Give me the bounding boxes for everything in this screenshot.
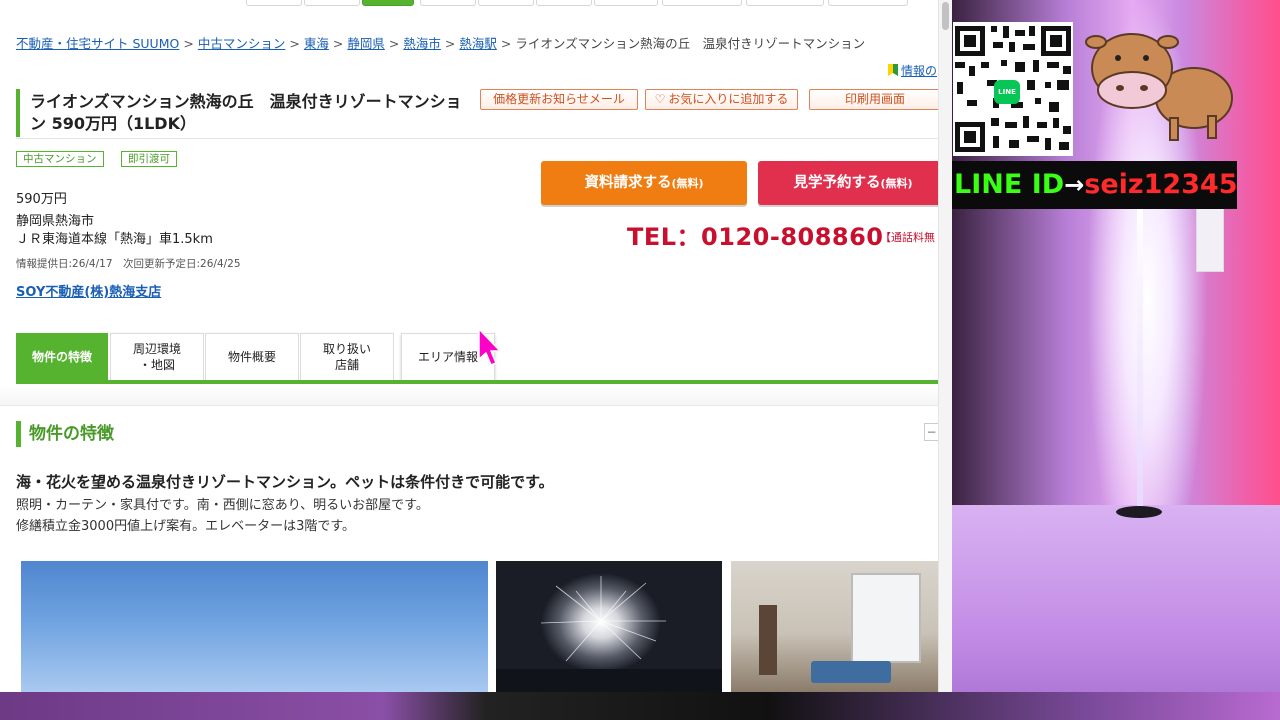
room-door (759, 605, 777, 675)
tab-shop-line2: 店舗 (334, 358, 359, 372)
tab-shop-line1: 取り扱い (322, 342, 371, 356)
info-link[interactable]: 情報の (888, 62, 937, 79)
visit-reserve-label: 見学予約する (793, 175, 881, 191)
top-nav-tab[interactable] (594, 0, 658, 6)
visit-reserve-free-label: (無料) (880, 177, 913, 190)
request-info-free-label: (無料) (671, 177, 704, 190)
add-favorite-button[interactable]: ♡ お気に入りに追加する (645, 89, 798, 110)
top-nav-tab[interactable] (246, 0, 302, 6)
scrollbar-thumb[interactable] (942, 2, 949, 30)
top-nav-tab[interactable] (746, 0, 824, 6)
tag-immediate-delivery: 即引渡可 (121, 151, 177, 167)
tab-features-label: 物件の特徴 (31, 350, 92, 364)
title-divider (16, 138, 938, 139)
arrow-icon: → (1064, 171, 1085, 199)
features-text: 修繕積立金3000円値上げ案有。エレベーターは3階です。 (16, 519, 356, 534)
breadcrumb-separator: > (289, 36, 300, 51)
breadcrumb-separator: > (444, 36, 456, 51)
camera-lamp-base (1116, 506, 1162, 518)
scrollbar[interactable] (938, 0, 952, 692)
tab-surroundings-line2: ・地図 (138, 358, 175, 372)
tab-area-label: エリア情報 (417, 350, 478, 364)
top-nav-tab[interactable] (420, 0, 476, 6)
features-text: 照明・カーテン・家具付です。南・西側に窓あり、明るいお部屋です。 (16, 498, 429, 513)
breadcrumb-atami-station[interactable]: 熱海駅 (459, 36, 497, 51)
line-id-banner: LINE ID→seiz12345 (952, 161, 1238, 209)
top-nav-tab-active[interactable] (362, 0, 414, 6)
line-app-icon: LINE (994, 80, 1020, 104)
agent-link[interactable]: SOY不動産(株)熱海支店 (16, 281, 161, 300)
camera-lamp (1137, 200, 1143, 510)
photo-room[interactable] (731, 561, 938, 692)
features-lead: 海・花火を望める温泉付きリゾートマンション。ペットは条件付きで可能です。 (16, 473, 554, 491)
title-block: ライオンズマンション熱海の丘 温泉付きリゾートマンション 590万円（1LDK） (16, 89, 464, 137)
breadcrumb-used-mansion[interactable]: 中古マンション (198, 36, 286, 51)
info-link-label: 情報の (901, 64, 938, 78)
request-info-button[interactable]: 資料請求する(無料) (541, 161, 747, 205)
breadcrumb-suumo[interactable]: 不動産・住宅サイト SUUMO (16, 36, 179, 51)
phone-number: TEL：0120-808860 (627, 223, 884, 251)
bottom-camera-strip (0, 692, 1280, 720)
breadcrumb: 不動産・住宅サイト SUUMO > 中古マンション > 東海 > 静岡県 > 熱海市 > 熱海駅 > ラ… (16, 33, 865, 52)
pointer-cursor-icon (478, 328, 501, 366)
cow-illustration (1085, 33, 1233, 141)
tabs-shadow (0, 384, 938, 406)
fireworks-graphic (496, 576, 722, 692)
line-id-value: seiz12345 (1084, 169, 1238, 200)
breadcrumb-shizuoka[interactable]: 静岡県 (347, 36, 385, 51)
tab-outline-label: 物件概要 (227, 350, 276, 364)
listing-access: ＪＲ東海道本線「熱海」車1.5km (16, 232, 213, 247)
breadcrumb-atami-city[interactable]: 熱海市 (403, 36, 441, 51)
top-nav-tab[interactable] (304, 0, 360, 6)
tag-used-mansion: 中古マンション (16, 151, 104, 167)
features-heading: 物件の特徴 (16, 421, 114, 447)
room-window (851, 573, 921, 663)
tab-features[interactable]: 物件の特徴 (16, 333, 108, 380)
top-nav-tab[interactable] (478, 0, 534, 6)
tab-surroundings-line1: 周辺環境 (132, 342, 181, 356)
collapse-button[interactable]: − (924, 423, 938, 441)
breadcrumb-separator: > (500, 36, 512, 51)
browser-page: 不動産・住宅サイト SUUMO > 中古マンション > 東海 > 静岡県 > 熱海市 > 熱海駅 > ラ… (0, 0, 952, 692)
add-favorite-label: お気に入りに追加する (668, 92, 789, 106)
breadcrumb-separator: > (183, 36, 194, 51)
tab-shop-label: 取り扱い 店舗 (323, 341, 371, 373)
camera-wall-vent (1196, 208, 1224, 272)
photo-fireworks[interactable] (496, 561, 722, 692)
visit-reserve-button[interactable]: 見学予約する(無料) (758, 161, 948, 205)
camera-floor (952, 505, 1280, 720)
tab-surroundings-label: 周辺環境 ・地図 (133, 341, 181, 373)
tab-property-outline[interactable]: 物件概要 (205, 333, 299, 380)
listing-price: 590万円 (16, 192, 67, 207)
breadcrumb-tokai[interactable]: 東海 (304, 36, 329, 51)
tab-handling-shop[interactable]: 取り扱い 店舗 (300, 333, 394, 380)
photo-sky[interactable] (21, 561, 488, 692)
top-nav (0, 0, 938, 6)
top-nav-tab[interactable] (662, 0, 742, 6)
breadcrumb-current: ライオンズマンション熱海の丘 温泉付きリゾートマンション (515, 36, 866, 51)
breadcrumb-separator: > (388, 36, 400, 51)
breadcrumb-separator: > (332, 36, 344, 51)
heart-icon: ♡ (654, 92, 666, 106)
top-nav-tab[interactable] (536, 0, 592, 6)
page-title: ライオンズマンション熱海の丘 温泉付きリゾートマンション 590万円（1LDK） (30, 92, 462, 133)
phone-note: 【通話料無 (880, 231, 935, 244)
beginner-mark-icon (888, 64, 898, 76)
request-info-label: 資料請求する (584, 175, 672, 191)
listing-address: 静岡県熱海市 (16, 214, 95, 229)
line-id-label: LINE ID (954, 169, 1065, 200)
top-nav-tab[interactable] (828, 0, 908, 6)
price-alert-button[interactable]: 価格更新お知らせメール (480, 89, 638, 110)
print-view-button[interactable]: 印刷用画面 (809, 89, 941, 110)
info-dates: 情報提供日:26/4/17 次回更新予定日:26/4/25 (16, 258, 241, 270)
tab-surroundings-map[interactable]: 周辺環境 ・地図 (110, 333, 204, 380)
room-sofa (811, 661, 891, 683)
